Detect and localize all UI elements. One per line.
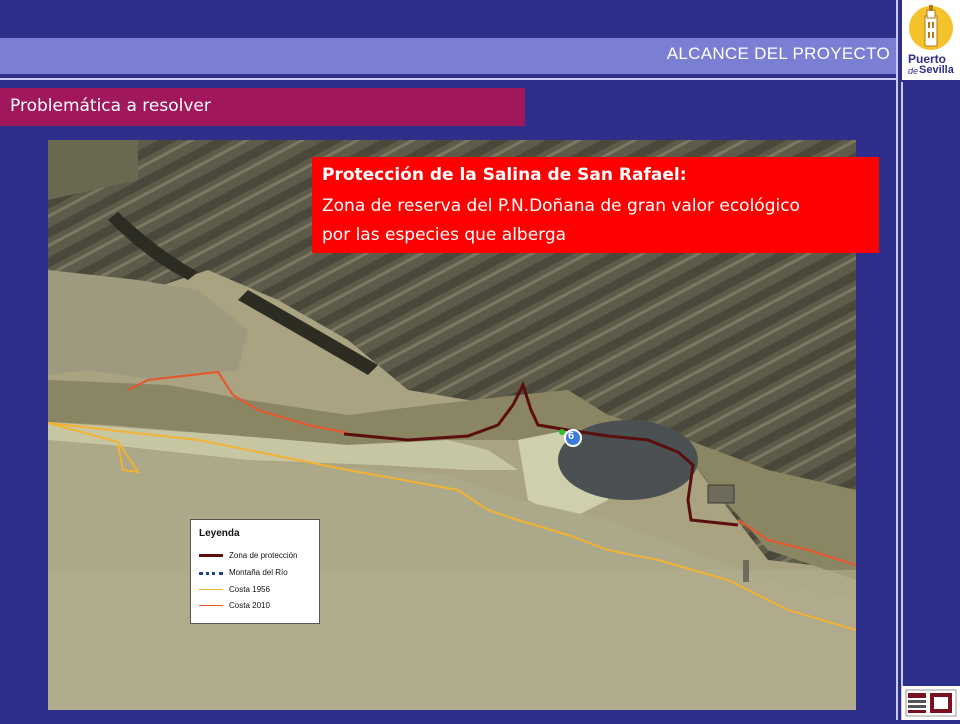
legend-label-costa-1956: Costa 1956 [229, 585, 270, 594]
certification-badge [902, 686, 960, 720]
header-title: ALCANCE DEL PROYECTO [666, 44, 890, 63]
legend-title: Leyenda [199, 528, 240, 539]
vertical-divider-inner [901, 82, 903, 720]
legend-swatch-costa-2010 [199, 605, 223, 606]
callout-text-line2: por las especies que alberga [322, 225, 567, 245]
legend-swatch-montana [199, 572, 223, 575]
legend-label-costa-2010: Costa 2010 [229, 601, 270, 610]
legend-label-protection: Zona de protección [229, 551, 298, 560]
logo-text-de: de [908, 66, 919, 76]
header-divider [0, 78, 898, 80]
map-marker-label: 6 [568, 430, 575, 442]
tower-logo-icon [909, 5, 953, 50]
vertical-divider [896, 0, 898, 720]
callout-text-line1: Zona de reserva del P.N.Doñana de gran v… [322, 196, 800, 216]
logo-text-sevilla: Sevilla [919, 64, 954, 76]
section-title: Problemática a resolver [10, 96, 211, 116]
map-legend: Leyenda Zona de protección Montaña del R… [190, 519, 320, 624]
callout-title: Protección de la Salina de San Rafael: [322, 165, 687, 185]
legend-label-montana: Montaña del Río [229, 568, 288, 577]
legend-swatch-protection [199, 554, 223, 557]
certification-logo-icon [905, 689, 957, 717]
legend-swatch-costa-1956 [199, 589, 223, 590]
logo-panel: Puerto de Sevilla [902, 0, 960, 80]
